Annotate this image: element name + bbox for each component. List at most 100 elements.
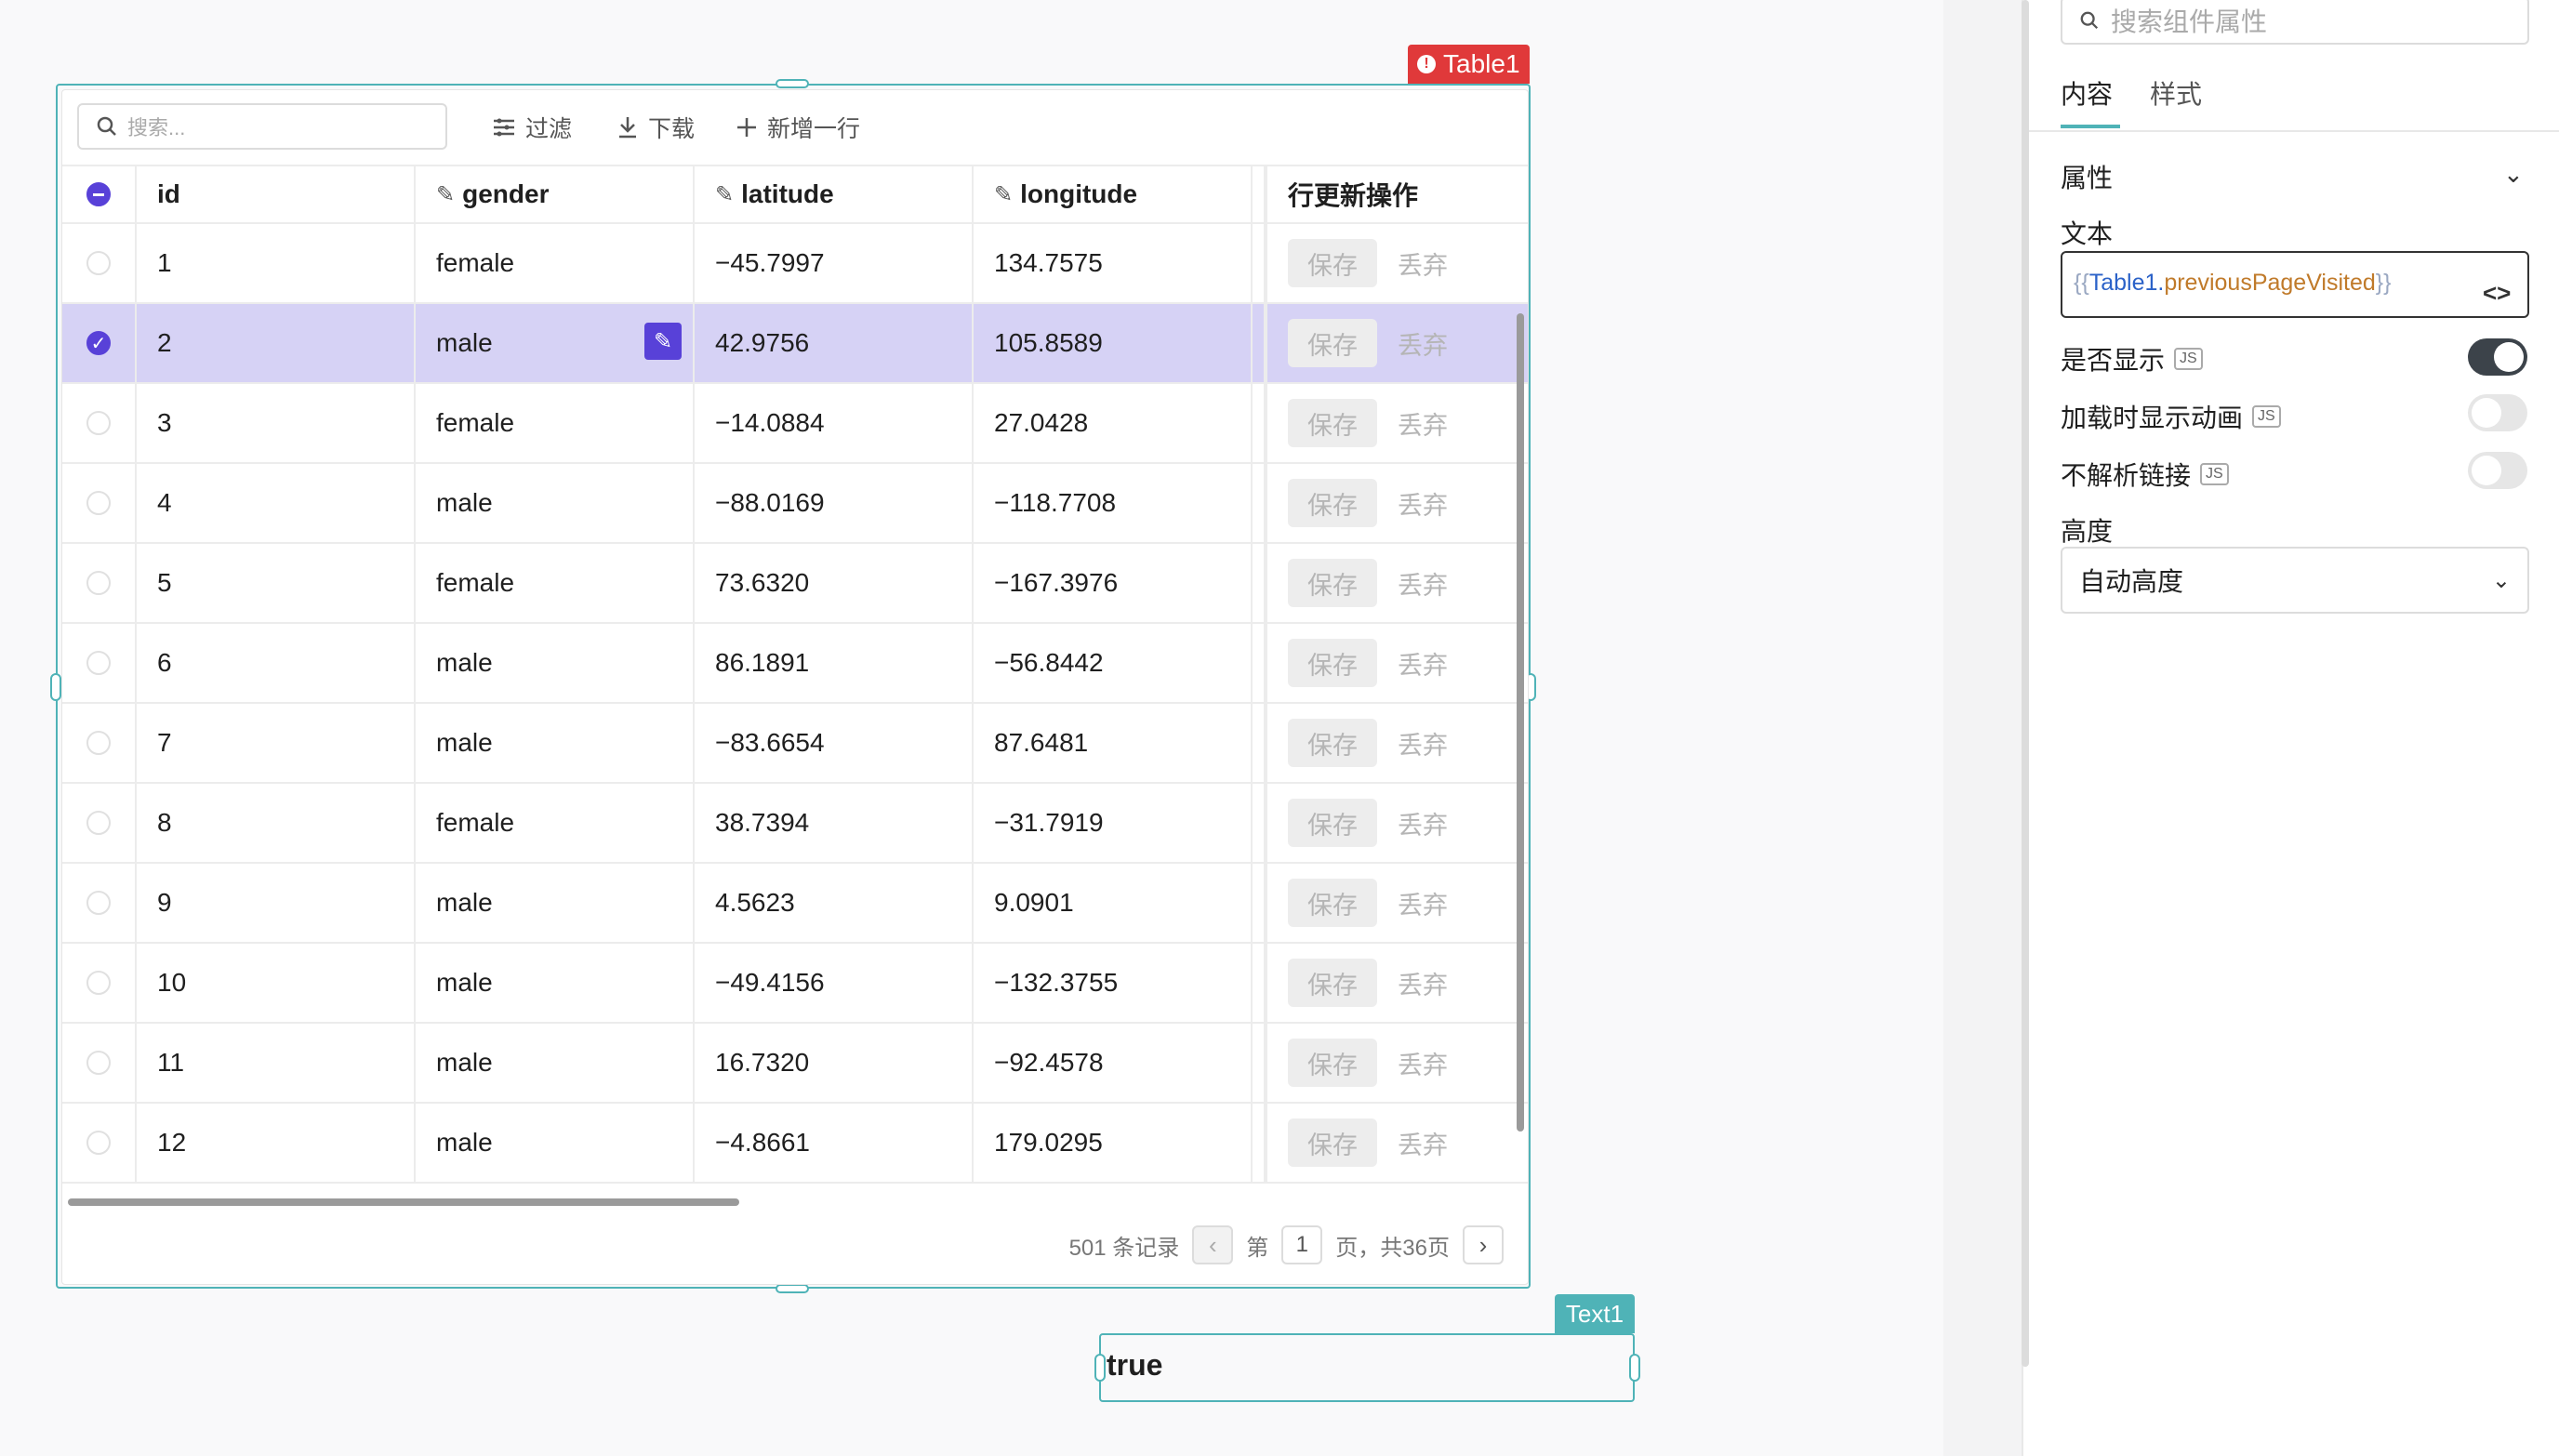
cell-longitude[interactable]: −167.3976 [974, 544, 1253, 622]
save-button[interactable]: 保存 [1288, 1039, 1377, 1087]
column-header-gender[interactable]: ✎ gender [416, 166, 695, 222]
cell-id[interactable]: 2 [137, 304, 416, 382]
prev-page-button[interactable]: ‹ [1192, 1225, 1234, 1264]
cell-id[interactable]: 5 [137, 544, 416, 622]
row-checkbox[interactable] [62, 1104, 137, 1182]
cell-gender[interactable]: female [416, 784, 695, 862]
js-badge[interactable]: JS [2174, 348, 2203, 370]
discard-button[interactable]: 丢弃 [1398, 485, 1448, 522]
cell-id[interactable]: 7 [137, 704, 416, 782]
cell-longitude[interactable]: 134.7575 [974, 224, 1253, 302]
cell-latitude[interactable]: −88.0169 [695, 464, 974, 542]
tab-style[interactable]: 样式 [2150, 74, 2202, 112]
select-all-checkbox[interactable] [62, 166, 137, 222]
cell-id[interactable]: 4 [137, 464, 416, 542]
cell-id[interactable]: 12 [137, 1104, 416, 1182]
table-widget-tag[interactable]: ! Table1 [1408, 45, 1530, 84]
discard-button[interactable]: 丢弃 [1398, 805, 1448, 841]
text-resize-handle-right[interactable] [1629, 1354, 1640, 1382]
resize-handle-top[interactable] [776, 79, 809, 88]
table-search-input[interactable]: 搜索... [77, 103, 447, 150]
cell-latitude[interactable]: −83.6654 [695, 704, 974, 782]
row-checkbox[interactable] [62, 544, 137, 622]
height-select[interactable]: 自动高度 ⌄ [2061, 547, 2529, 614]
cell-id[interactable]: 10 [137, 944, 416, 1022]
cell-longitude[interactable]: −132.3755 [974, 944, 1253, 1022]
column-header-id[interactable]: id [137, 166, 416, 222]
cell-latitude[interactable]: −49.4156 [695, 944, 974, 1022]
cell-longitude[interactable]: 9.0901 [974, 864, 1253, 942]
discard-button[interactable]: 丢弃 [1398, 565, 1448, 602]
filter-button[interactable]: 过滤 [492, 111, 572, 144]
cell-id[interactable]: 8 [137, 784, 416, 862]
cell-longitude[interactable]: −31.7919 [974, 784, 1253, 862]
discard-button[interactable]: 丢弃 [1398, 245, 1448, 282]
save-button[interactable]: 保存 [1288, 239, 1377, 287]
table-row[interactable]: 11 male 16.7320 −92.4578 保存 丢弃 [62, 1024, 1528, 1104]
cell-gender[interactable]: female [416, 224, 695, 302]
cell-latitude[interactable]: 16.7320 [695, 1024, 974, 1102]
cell-gender[interactable]: male [416, 624, 695, 702]
cell-latitude[interactable]: 4.5623 [695, 864, 974, 942]
column-header-longitude[interactable]: ✎ longitude [974, 166, 1253, 222]
download-button[interactable]: 下载 [617, 111, 695, 144]
edit-icon[interactable]: ✎ [644, 323, 682, 360]
table-row[interactable]: ✓ 2 male ✎ 42.9756 105.8589 保存 丢弃 [62, 304, 1528, 384]
cell-gender[interactable]: male [416, 704, 695, 782]
table-row[interactable]: 4 male −88.0169 −118.7708 保存 丢弃 [62, 464, 1528, 544]
save-button[interactable]: 保存 [1288, 319, 1377, 367]
cell-gender[interactable]: male ✎ [416, 304, 695, 382]
cell-latitude[interactable]: −14.0884 [695, 384, 974, 462]
panel-scrollbar[interactable] [2022, 0, 2029, 1367]
table-row[interactable]: 10 male −49.4156 −132.3755 保存 丢弃 [62, 944, 1528, 1024]
discard-button[interactable]: 丢弃 [1398, 965, 1448, 1001]
chevron-down-icon[interactable]: ⌄ [2503, 160, 2524, 189]
property-search-input[interactable]: 搜索组件属性 [2061, 0, 2529, 45]
js-badge[interactable]: JS [2200, 463, 2229, 485]
save-button[interactable]: 保存 [1288, 399, 1377, 447]
cell-gender[interactable]: male [416, 1104, 695, 1182]
row-checkbox[interactable] [62, 624, 137, 702]
row-checkbox[interactable] [62, 944, 137, 1022]
cell-gender[interactable]: male [416, 944, 695, 1022]
discard-button[interactable]: 丢弃 [1398, 645, 1448, 682]
section-title[interactable]: 属性 [2061, 158, 2113, 195]
row-checkbox[interactable] [62, 1024, 137, 1102]
cell-latitude[interactable]: 86.1891 [695, 624, 974, 702]
tab-content[interactable]: 内容 [2061, 74, 2113, 112]
cell-id[interactable]: 9 [137, 864, 416, 942]
cell-latitude[interactable]: −4.8661 [695, 1104, 974, 1182]
no-parse-links-toggle[interactable] [2468, 452, 2527, 489]
table-row[interactable]: 5 female 73.6320 −167.3976 保存 丢弃 [62, 544, 1528, 624]
discard-button[interactable]: 丢弃 [1398, 1125, 1448, 1161]
table-row[interactable]: 9 male 4.5623 9.0901 保存 丢弃 [62, 864, 1528, 944]
cell-longitude[interactable]: −92.4578 [974, 1024, 1253, 1102]
page-number-input[interactable]: 1 [1281, 1225, 1323, 1264]
row-checkbox[interactable] [62, 784, 137, 862]
table-row[interactable]: 6 male 86.1891 −56.8442 保存 丢弃 [62, 624, 1528, 704]
cell-latitude[interactable]: 73.6320 [695, 544, 974, 622]
save-button[interactable]: 保存 [1288, 799, 1377, 847]
discard-button[interactable]: 丢弃 [1398, 405, 1448, 442]
save-button[interactable]: 保存 [1288, 959, 1377, 1007]
text-widget-outline[interactable] [1099, 1333, 1635, 1402]
save-button[interactable]: 保存 [1288, 719, 1377, 767]
discard-button[interactable]: 丢弃 [1398, 1045, 1448, 1081]
save-button[interactable]: 保存 [1288, 479, 1377, 527]
resize-handle-left[interactable] [50, 673, 61, 701]
text-widget-tag[interactable]: Text1 [1555, 1294, 1635, 1333]
row-checkbox[interactable] [62, 224, 137, 302]
cell-latitude[interactable]: 42.9756 [695, 304, 974, 382]
table-row[interactable]: 8 female 38.7394 −31.7919 保存 丢弃 [62, 784, 1528, 864]
js-badge[interactable]: JS [2252, 405, 2281, 428]
cell-id[interactable]: 6 [137, 624, 416, 702]
resize-handle-bottom[interactable] [776, 1284, 809, 1293]
text-resize-handle-left[interactable] [1094, 1354, 1106, 1382]
row-checkbox[interactable] [62, 704, 137, 782]
cell-longitude[interactable]: 27.0428 [974, 384, 1253, 462]
horizontal-scrollbar[interactable] [68, 1198, 739, 1206]
text-binding-editor[interactable]: {{Table1.previousPageVisited}} [2061, 251, 2529, 318]
row-checkbox[interactable]: ✓ [62, 304, 137, 382]
table-row[interactable]: 12 male −4.8661 179.0295 保存 丢弃 [62, 1104, 1528, 1184]
discard-button[interactable]: 丢弃 [1398, 325, 1448, 362]
